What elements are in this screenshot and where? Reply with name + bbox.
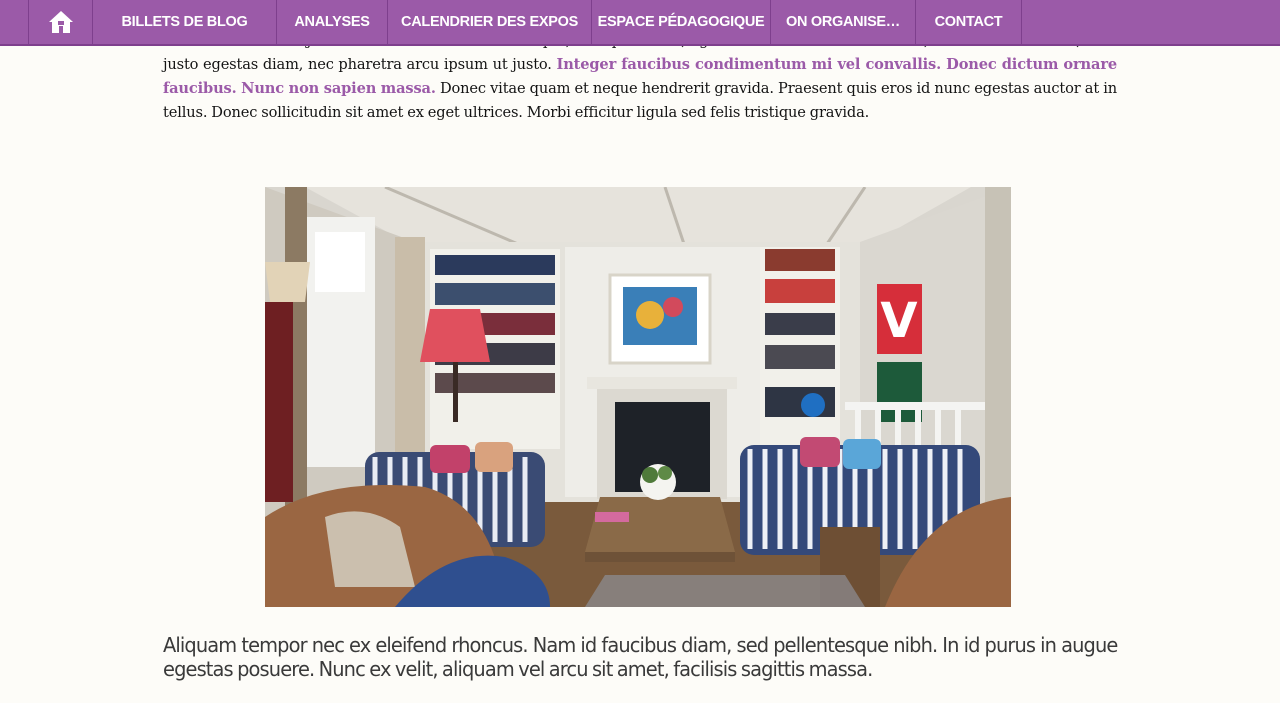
nav-home[interactable]: [28, 0, 92, 44]
living-room-photo: V: [265, 187, 1011, 607]
nav-item-contact[interactable]: CONTACT: [915, 0, 1022, 44]
article: non ultricies libero justo at elit. Ut v…: [163, 0, 1118, 703]
nav-item-analyses[interactable]: ANALYSES: [276, 0, 387, 44]
home-icon: [48, 11, 73, 33]
svg-text:V: V: [880, 293, 917, 349]
nav-item-calendar[interactable]: CALENDRIER DES EXPOS: [387, 0, 591, 44]
nav-item-events[interactable]: ON ORGANISE…: [770, 0, 915, 44]
article-subheading: Aliquam tempor nec ex eleifend rhoncus. …: [163, 633, 1118, 681]
main-navigation: BILLETS DE BLOG ANALYSES CALENDRIER DES …: [0, 0, 1280, 46]
nav-item-blog[interactable]: BILLETS DE BLOG: [92, 0, 276, 44]
nav-item-education[interactable]: ESPACE PÉDAGOGIQUE: [591, 0, 770, 44]
